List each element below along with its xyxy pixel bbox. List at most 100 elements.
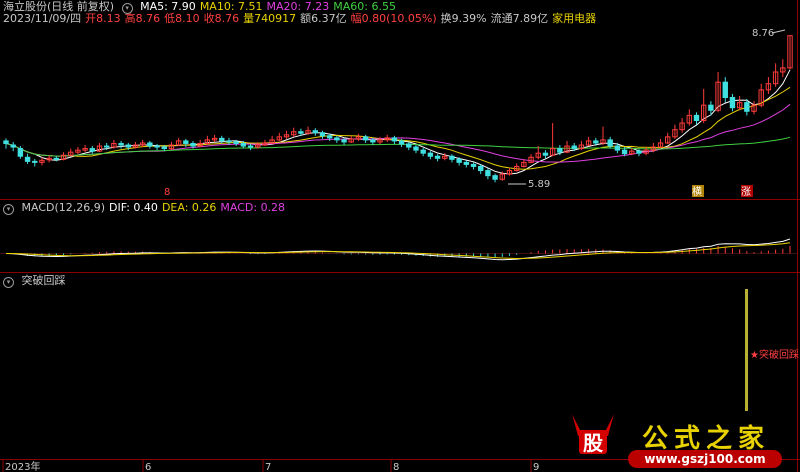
info-field-1: 开8.13	[85, 12, 121, 25]
price-header-row2: 2023/11/09/四 开8.13 高8.76 低8.10 收8.76 量740917 额…	[3, 12, 600, 25]
left-marker: 8	[164, 187, 170, 198]
candle-body	[312, 130, 318, 134]
candle-body	[53, 157, 60, 160]
candle-body	[3, 140, 9, 144]
candle-body	[636, 150, 642, 154]
candle-body	[542, 152, 549, 156]
x-tick-label: 7	[265, 462, 271, 472]
candle-body	[729, 97, 736, 109]
candle-body	[492, 175, 498, 180]
candle-body	[147, 142, 153, 147]
candle-body	[693, 114, 700, 121]
macd-settings-icon[interactable]: ▾	[3, 204, 14, 215]
candle-body	[89, 148, 96, 152]
watermark-logo: 股 公式之家 www.gszj100.com	[558, 408, 800, 472]
macd-label-0: MACD(12,26,9)	[21, 201, 106, 214]
candle-body	[463, 161, 470, 165]
candle-body	[593, 140, 599, 144]
ma5-line	[5, 69, 791, 175]
candle-body	[456, 158, 462, 163]
info-field-2: 高8.76	[124, 12, 161, 25]
candle-body	[154, 145, 160, 148]
info-field-8: 换9.39%	[440, 12, 487, 25]
candle-body	[326, 135, 333, 139]
macd-label-3: MACD: 0.28	[220, 201, 286, 214]
marker-b: 涨	[741, 186, 751, 198]
candle-body	[370, 139, 376, 143]
candle-body	[118, 142, 124, 146]
candle-body	[341, 139, 347, 143]
indicator-signal-label: ★突破回踩	[750, 348, 799, 361]
candle-body	[362, 136, 369, 141]
svg-text:股: 股	[583, 431, 603, 455]
candle-body	[485, 170, 491, 177]
candle-body	[420, 149, 426, 154]
bull-logo-icon: 股	[572, 414, 614, 455]
x-tick-label: 8	[393, 462, 399, 472]
candle-body	[247, 145, 254, 148]
candle-body	[24, 156, 31, 162]
candle-body	[434, 155, 441, 159]
candle-body	[219, 137, 225, 142]
candle-body	[406, 143, 412, 148]
macd-label-2: DEA: 0.26	[161, 201, 217, 214]
candle-body	[183, 140, 189, 144]
info-field-10: 家用电器	[552, 12, 597, 25]
candle-body	[298, 131, 304, 134]
candle-body	[614, 145, 621, 151]
candle-body	[32, 160, 38, 163]
candle-body	[125, 144, 131, 148]
info-field-7: 幅0.80(10.05%)	[350, 12, 437, 25]
candle-body	[233, 141, 239, 144]
info-field-9: 流通7.89亿	[490, 12, 549, 25]
candle-body	[10, 144, 16, 148]
price-high-label: 8.76	[752, 28, 774, 39]
candle-body	[391, 137, 398, 142]
candle-body	[240, 142, 247, 147]
marker-a: 横	[692, 185, 702, 198]
moving-average-lines	[5, 69, 791, 175]
candle-body	[722, 81, 728, 99]
candle-body	[190, 142, 196, 147]
info-field-5: 量740917	[243, 12, 297, 25]
candle-body	[449, 155, 455, 160]
macd-lines	[5, 238, 791, 261]
candle-body	[708, 104, 714, 111]
macd-header: ▾ MACD(12,26,9) DIF: 0.40 DEA: 0.26 MACD: 0…	[3, 201, 293, 215]
x-tick-label: 6	[145, 462, 151, 472]
x-axis: 2023年 6 7 8 9	[2, 460, 539, 472]
ma10-line	[5, 86, 791, 170]
x-tick-label: 9	[533, 462, 539, 472]
price-low-label: 5.89	[528, 179, 550, 190]
x-tick-label: 2023年	[5, 460, 40, 472]
indicator-header: ▾ 突破回踩	[3, 274, 70, 288]
info-field-3: 低8.10	[164, 12, 200, 25]
candle-body	[621, 149, 628, 155]
candle-body	[103, 145, 110, 148]
candle-body	[557, 148, 563, 153]
indicator-settings-icon[interactable]: ▾	[3, 277, 14, 288]
candle-body	[571, 145, 577, 150]
candle-body	[319, 132, 326, 137]
candle-body	[226, 140, 232, 143]
candle-body	[744, 102, 750, 112]
candle-body	[17, 148, 24, 157]
watermark-url: www.gszj100.com	[628, 450, 782, 468]
macd-label-1: DIF: 0.40	[109, 201, 158, 214]
candle-body	[334, 137, 340, 141]
candle-body	[427, 152, 434, 157]
candle-body	[398, 140, 405, 145]
info-field-0: 2023/11/09/四	[3, 12, 82, 25]
candle-body	[470, 163, 477, 167]
info-field-6: 额6.37亿	[300, 12, 347, 25]
signal-bar	[745, 289, 748, 411]
candle-body	[161, 146, 167, 150]
candlestick-series	[3, 35, 793, 183]
dif-line	[5, 238, 791, 261]
candle-body	[413, 146, 419, 151]
stock-chart[interactable]: 2023年 6 7 8 9 8.76 5.89 8 横 涨 ★突破回踩	[0, 0, 800, 472]
candle-body	[478, 165, 484, 172]
candle-body	[607, 139, 613, 147]
indicator-title: 突破回踩	[21, 274, 66, 287]
info-field-4: 收8.76	[203, 12, 240, 25]
